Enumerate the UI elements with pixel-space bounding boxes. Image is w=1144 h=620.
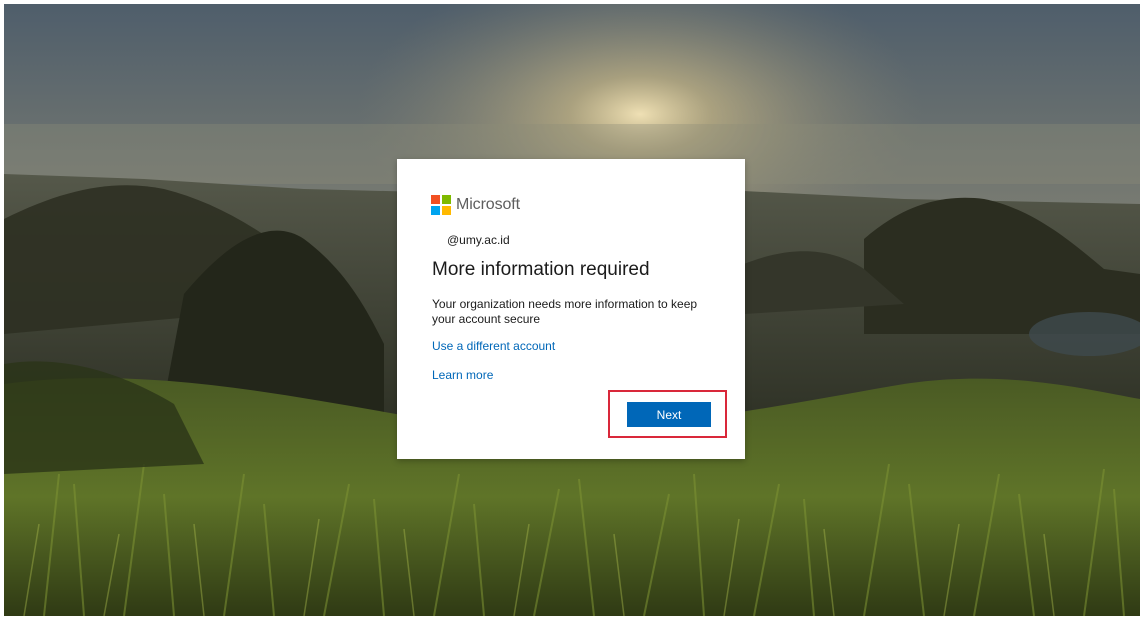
screen: Microsoft @umy.ac.id More information re… <box>4 4 1140 616</box>
next-button[interactable]: Next <box>627 402 711 427</box>
learn-more-link[interactable]: Learn more <box>432 368 493 382</box>
logo-green-square <box>442 195 451 204</box>
brand-name: Microsoft <box>456 196 520 213</box>
microsoft-logo-icon <box>431 195 451 215</box>
logo-yellow-square <box>442 206 451 215</box>
account-email: @umy.ac.id <box>447 233 510 247</box>
logo-red-square <box>431 195 440 204</box>
dialog-title: More information required <box>432 259 650 280</box>
dialog-description: Your organization needs more information… <box>432 297 698 326</box>
use-different-account-link[interactable]: Use a different account <box>432 339 555 353</box>
sign-in-dialog: Microsoft @umy.ac.id More information re… <box>397 159 745 459</box>
brand-header: Microsoft <box>431 195 520 215</box>
logo-blue-square <box>431 206 440 215</box>
